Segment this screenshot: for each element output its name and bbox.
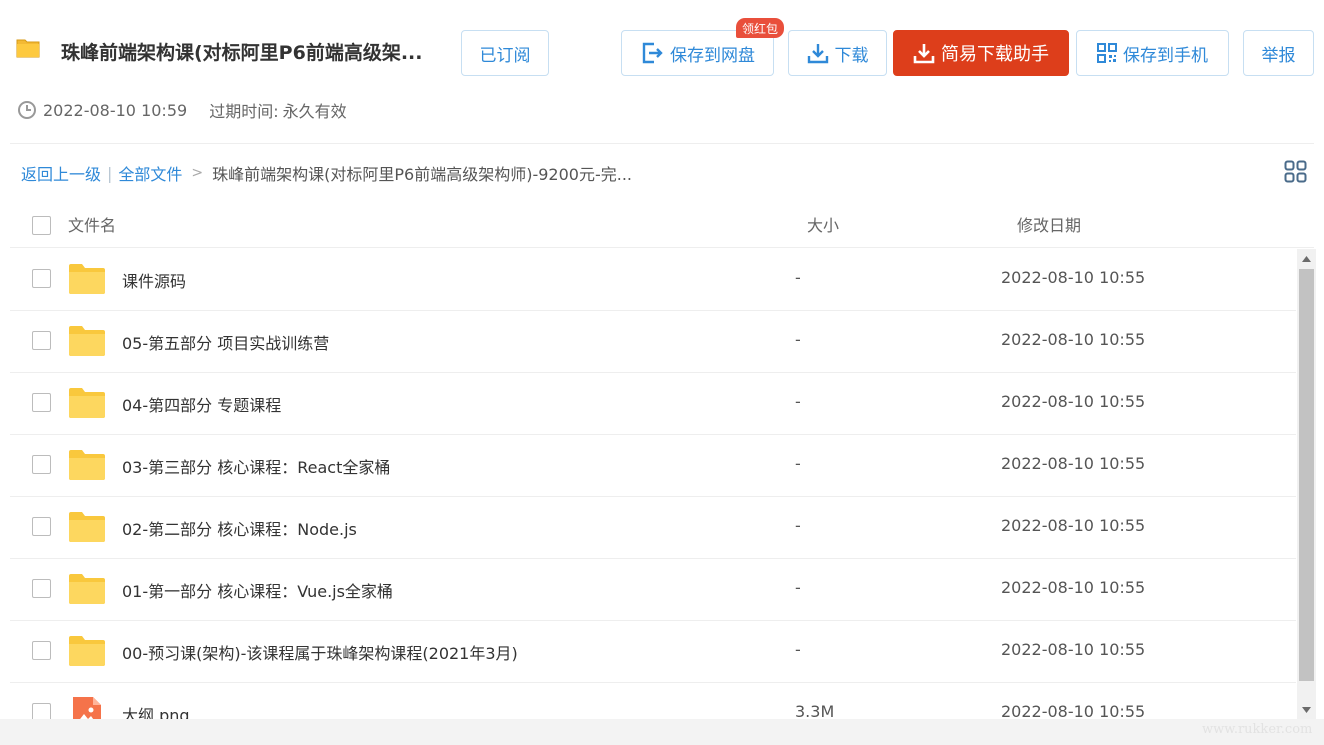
triangle-up-icon: [1302, 255, 1311, 262]
file-size: -: [795, 578, 801, 597]
breadcrumb-separator: |: [107, 163, 113, 183]
folder-icon: [69, 388, 105, 418]
file-size: -: [795, 454, 801, 473]
table-row[interactable]: 00-预习课(架构)-该课程属于珠峰架构课程(2021年3月) - 2022-0…: [10, 621, 1296, 683]
table-row[interactable]: 03-第三部分 核心课程：React全家桶 - 2022-08-10 10:55: [10, 435, 1296, 497]
breadcrumb-arrow: >: [191, 165, 204, 181]
header-size[interactable]: 大小: [807, 212, 839, 236]
phone-label: 保存到手机: [1123, 45, 1208, 66]
download-label: 下载: [834, 45, 869, 66]
file-size: -: [795, 516, 801, 535]
table-row[interactable]: 01-第一部分 核心课程：Vue.js全家桶 - 2022-08-10 10:5…: [10, 559, 1296, 621]
folder-icon: [69, 326, 105, 356]
footer-band: [0, 719, 1324, 745]
table-row[interactable]: 05-第五部分 项目实战训练营 - 2022-08-10 10:55: [10, 311, 1296, 373]
report-label: 举报: [1261, 45, 1296, 66]
folder-icon: [69, 512, 105, 542]
grid-view-icon[interactable]: [1284, 160, 1307, 183]
share-header: 珠峰前端架构课(对标阿里P6前端高级架... 已订阅 保存到网盘 领红包 下载 …: [0, 0, 1324, 145]
expire-value: 永久有效: [282, 102, 347, 121]
download-button[interactable]: 下载: [788, 30, 887, 76]
helper-label: 简易下载助手: [941, 44, 1049, 65]
qr-code-icon: [1097, 43, 1117, 63]
file-date: 2022-08-10 10:55: [1001, 702, 1146, 719]
row-checkbox[interactable]: [32, 703, 51, 719]
file-date: 2022-08-10 10:55: [1001, 578, 1146, 597]
scroll-thumb[interactable]: [1299, 269, 1314, 681]
file-date: 2022-08-10 10:55: [1001, 640, 1146, 659]
share-date: 2022-08-10 10:59: [43, 100, 188, 120]
file-name[interactable]: 课件源码: [122, 268, 186, 292]
easy-download-helper-button[interactable]: 简易下载助手: [893, 30, 1069, 76]
file-size: -: [795, 392, 801, 411]
file-name[interactable]: 大纲.png: [122, 702, 190, 719]
share-title: 珠峰前端架构课(对标阿里P6前端高级架...: [61, 42, 423, 64]
breadcrumb-current: 珠峰前端架构课(对标阿里P6前端高级架构师)-9200元-完...: [212, 165, 632, 184]
file-date: 2022-08-10 10:55: [1001, 392, 1146, 411]
file-date: 2022-08-10 10:55: [1001, 454, 1146, 473]
row-checkbox[interactable]: [32, 517, 51, 536]
report-button[interactable]: 举报: [1243, 30, 1314, 76]
file-name[interactable]: 05-第五部分 项目实战训练营: [122, 330, 329, 354]
header-divider: [10, 143, 1314, 144]
row-checkbox[interactable]: [32, 455, 51, 474]
share-meta: 2022-08-10 10:59 过期时间: 永久有效: [17, 99, 347, 121]
header-date[interactable]: 修改日期: [1017, 212, 1081, 236]
expire-label: 过期时间:: [209, 102, 279, 121]
file-table-header: 文件名 大小 修改日期: [10, 198, 1314, 248]
vertical-scrollbar[interactable]: [1297, 249, 1316, 719]
breadcrumb: 返回上一级 | 全部文件 > 珠峰前端架构课(对标阿里P6前端高级架构师)-92…: [21, 161, 632, 185]
file-name[interactable]: 00-预习课(架构)-该课程属于珠峰架构课程(2021年3月): [122, 640, 518, 664]
scroll-up-arrow[interactable]: [1297, 249, 1316, 268]
file-date: 2022-08-10 10:55: [1001, 330, 1146, 349]
table-row[interactable]: 04-第四部分 专题课程 - 2022-08-10 10:55: [10, 373, 1296, 435]
red-packet-badge[interactable]: 领红包: [736, 18, 785, 38]
row-checkbox[interactable]: [32, 641, 51, 660]
save-label: 保存到网盘: [670, 45, 755, 66]
file-date: 2022-08-10 10:55: [1001, 268, 1146, 287]
triangle-down-icon: [1302, 706, 1311, 713]
file-size: -: [795, 640, 801, 659]
table-row[interactable]: 大纲.png 3.3M 2022-08-10 10:55: [10, 683, 1296, 719]
select-all-checkbox[interactable]: [32, 216, 51, 235]
file-size: 3.3M: [795, 702, 835, 719]
clock-icon: [18, 101, 36, 119]
folder-icon: [69, 264, 105, 294]
file-name[interactable]: 04-第四部分 专题课程: [122, 392, 281, 416]
watermark: www.rukker.com: [1202, 722, 1313, 737]
row-checkbox[interactable]: [32, 579, 51, 598]
badge-label: 领红包: [742, 21, 779, 36]
file-name[interactable]: 02-第二部分 核心课程：Node.js: [122, 516, 357, 540]
file-list: 课件源码 - 2022-08-10 10:55 05-第五部分 项目实战训练营 …: [10, 249, 1296, 719]
download-icon: [913, 44, 935, 64]
save-icon: [642, 42, 663, 64]
file-size: -: [795, 268, 801, 287]
save-to-phone-button[interactable]: 保存到手机: [1076, 30, 1229, 76]
scroll-down-arrow[interactable]: [1297, 700, 1316, 719]
table-row[interactable]: 课件源码 - 2022-08-10 10:55: [10, 249, 1296, 311]
row-checkbox[interactable]: [32, 331, 51, 350]
file-size: -: [795, 330, 801, 349]
folder-icon: [16, 39, 40, 58]
download-icon: [807, 44, 828, 64]
row-checkbox[interactable]: [32, 269, 51, 288]
all-files-link[interactable]: 全部文件: [118, 161, 182, 185]
back-link[interactable]: 返回上一级: [21, 161, 101, 185]
folder-icon: [69, 574, 105, 604]
folder-icon: [69, 450, 105, 480]
file-date: 2022-08-10 10:55: [1001, 516, 1146, 535]
folder-icon: [69, 636, 105, 666]
subscribed-label: 已订阅: [479, 45, 531, 66]
subscribed-button[interactable]: 已订阅: [461, 30, 549, 76]
header-name[interactable]: 文件名: [68, 212, 116, 236]
file-name[interactable]: 01-第一部分 核心课程：Vue.js全家桶: [122, 578, 393, 602]
table-row[interactable]: 02-第二部分 核心课程：Node.js - 2022-08-10 10:55: [10, 497, 1296, 559]
image-file-icon: [73, 697, 101, 719]
row-checkbox[interactable]: [32, 393, 51, 412]
file-name[interactable]: 03-第三部分 核心课程：React全家桶: [122, 454, 390, 478]
